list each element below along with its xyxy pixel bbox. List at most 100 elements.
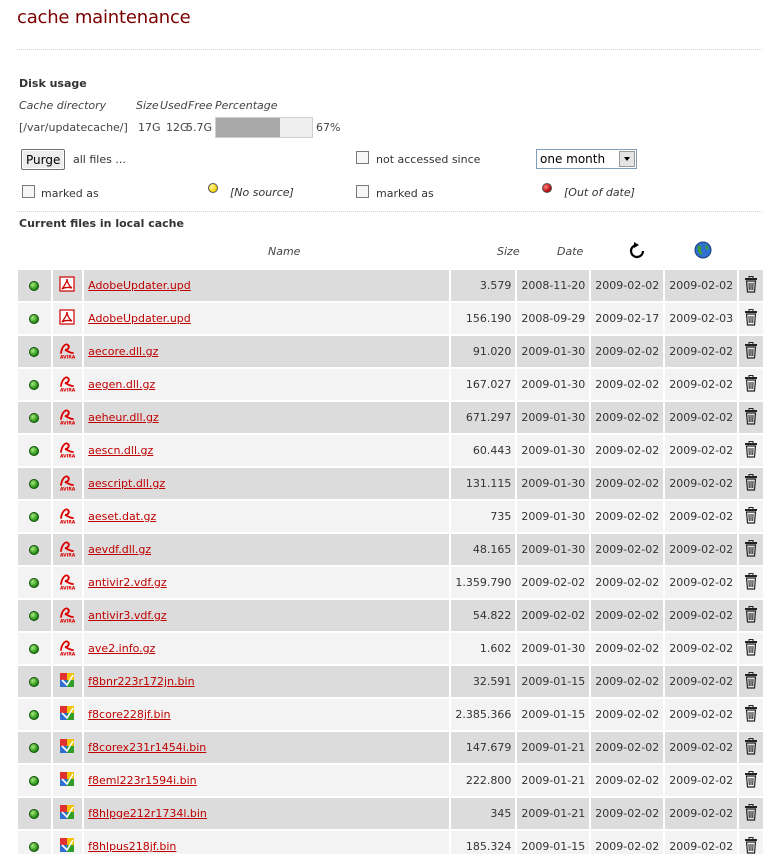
file-link[interactable]: f8hlpge212r1734l.bin — [88, 807, 207, 820]
file-link[interactable]: f8core228jf.bin — [88, 708, 170, 721]
trash-icon[interactable] — [744, 836, 758, 854]
trash-icon[interactable] — [744, 671, 758, 692]
size-value: 17G — [138, 121, 161, 134]
checked-date-cell: 2009-02-02 — [665, 633, 740, 664]
type-cell: AVIRA — [52, 402, 85, 433]
trash-icon[interactable] — [744, 374, 758, 395]
file-link[interactable]: antivir3.vdf.gz — [88, 609, 166, 622]
not-accessed-checkbox[interactable] — [356, 151, 369, 164]
col-header-date[interactable]: Date — [557, 245, 583, 258]
trash-icon[interactable] — [744, 539, 758, 560]
no-source-label: [No source] — [230, 186, 294, 199]
usage-progress-bar — [215, 117, 313, 138]
file-link[interactable]: AdobeUpdater.upd — [88, 312, 191, 325]
delete-cell — [739, 336, 763, 367]
trash-icon[interactable] — [744, 407, 758, 428]
date-cell: 2009-01-21 — [517, 798, 592, 829]
status-ok-icon — [29, 809, 40, 819]
file-link[interactable]: aecore.dll.gz — [88, 345, 158, 358]
size-cell: 735 — [451, 501, 518, 532]
file-link[interactable]: antivir2.vdf.gz — [88, 576, 166, 589]
usage-progress-fill — [216, 118, 281, 137]
size-cell: 167.027 — [451, 369, 518, 400]
table-row: f8eml223r1594i.bin 222.800 2009-01-21 2009-… — [18, 765, 763, 796]
trash-icon[interactable] — [744, 341, 758, 362]
chevron-down-icon[interactable] — [619, 151, 635, 167]
period-select[interactable]: one month — [536, 149, 637, 169]
status-ok-icon — [29, 776, 40, 786]
trash-icon[interactable] — [744, 737, 758, 758]
trash-icon[interactable] — [744, 803, 758, 824]
refresh-icon[interactable] — [629, 241, 645, 263]
status-cell — [18, 666, 53, 697]
trash-icon[interactable] — [744, 473, 758, 494]
file-link[interactable]: f8eml223r1594i.bin — [88, 774, 197, 787]
svg-text:AVIRA: AVIRA — [60, 652, 76, 657]
size-cell: 345 — [451, 798, 518, 829]
file-link[interactable]: f8corex231r1454i.bin — [88, 741, 206, 754]
svg-text:AVIRA: AVIRA — [60, 388, 76, 393]
checked-date-cell: 2009-02-02 — [665, 435, 740, 466]
table-row: AVIRA aescn.dll.gz 60.443 2009-01-30 2009-02… — [18, 435, 763, 466]
trash-icon[interactable] — [744, 638, 758, 659]
accessed-date-cell: 2009-02-02 — [591, 732, 666, 763]
avira-file-icon: AVIRA — [58, 605, 76, 626]
type-cell: AVIRA — [52, 633, 85, 664]
file-link[interactable]: aeset.dat.gz — [88, 510, 156, 523]
svg-text:AVIRA: AVIRA — [60, 421, 76, 426]
file-link[interactable]: aegen.dll.gz — [88, 378, 155, 391]
file-link[interactable]: f8bnr223r172jn.bin — [88, 675, 194, 688]
name-cell: f8core228jf.bin — [84, 699, 452, 730]
table-row: AdobeUpdater.upd 156.190 2008-09-29 2009-02… — [18, 303, 763, 334]
file-link[interactable]: aeheur.dll.gz — [88, 411, 159, 424]
globe-icon[interactable] — [694, 241, 712, 263]
type-cell — [52, 831, 85, 854]
col-cache-directory: Cache directory — [19, 99, 107, 112]
name-cell: antivir2.vdf.gz — [84, 567, 452, 598]
size-cell: 671.297 — [451, 402, 518, 433]
trash-icon[interactable] — [744, 704, 758, 725]
table-row: AVIRA antivir3.vdf.gz 54.822 2009-02-02 2009… — [18, 600, 763, 631]
marked-out-of-date-checkbox[interactable] — [356, 185, 369, 198]
section-divider — [17, 211, 762, 212]
status-ok-icon — [29, 545, 40, 555]
page-title: cache maintenance — [17, 7, 191, 28]
col-free: Free — [188, 99, 213, 112]
size-cell: 1.359.790 — [451, 567, 518, 598]
size-cell: 48.165 — [451, 534, 518, 565]
status-cell — [18, 402, 53, 433]
name-cell: f8bnr223r172jn.bin — [84, 666, 452, 697]
trash-icon[interactable] — [744, 440, 758, 461]
col-header-name[interactable]: Name — [268, 245, 300, 258]
avg-file-icon — [59, 804, 75, 823]
svg-text:AVIRA: AVIRA — [60, 454, 76, 459]
col-header-size[interactable]: Size — [497, 245, 520, 258]
table-row: AVIRA antivir2.vdf.gz 1.359.790 2009-02-02 2… — [18, 567, 763, 598]
avira-file-icon: AVIRA — [58, 506, 76, 527]
status-cell — [18, 534, 53, 565]
file-link[interactable]: aescript.dll.gz — [88, 477, 165, 490]
type-cell — [52, 303, 85, 334]
trash-icon[interactable] — [744, 605, 758, 626]
file-link[interactable]: AdobeUpdater.upd — [88, 279, 191, 292]
status-ok-icon — [29, 347, 40, 357]
delete-cell — [739, 732, 763, 763]
accessed-date-cell: 2009-02-02 — [591, 468, 666, 499]
trash-icon[interactable] — [744, 275, 758, 296]
accessed-date-cell: 2009-02-02 — [591, 501, 666, 532]
file-link[interactable]: f8hlpus218jf.bin — [88, 840, 176, 853]
file-link[interactable]: ave2.info.gz — [88, 642, 155, 655]
status-cell — [18, 501, 53, 532]
trash-icon[interactable] — [744, 770, 758, 791]
trash-icon[interactable] — [744, 572, 758, 593]
purge-button[interactable]: Purge — [21, 149, 66, 170]
trash-icon[interactable] — [744, 506, 758, 527]
cache-directory-value: [/var/updatecache/] — [19, 121, 128, 134]
svg-text:AVIRA: AVIRA — [60, 487, 76, 492]
date-cell: 2009-01-30 — [517, 402, 592, 433]
file-link[interactable]: aescn.dll.gz — [88, 444, 153, 457]
marked-no-source-checkbox[interactable] — [22, 185, 35, 198]
trash-icon[interactable] — [744, 308, 758, 329]
date-cell: 2008-11-20 — [517, 270, 592, 301]
file-link[interactable]: aevdf.dll.gz — [88, 543, 151, 556]
